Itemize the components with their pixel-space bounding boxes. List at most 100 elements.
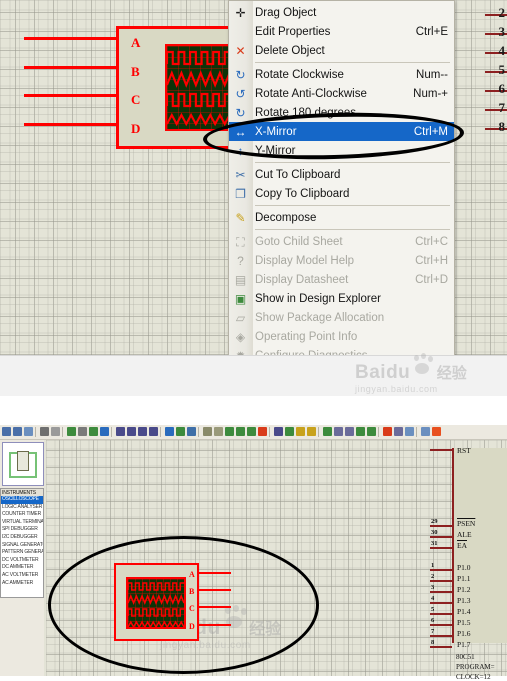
tool-grid[interactable] (78, 427, 87, 436)
tool-make-device[interactable] (285, 427, 294, 436)
mcu-rst-pin (430, 449, 452, 451)
pin-label-a: A (131, 35, 141, 50)
tool-zoom-out[interactable] (127, 427, 136, 436)
menu-item-display-datasheet: ▤ Display Datasheet Ctrl+D (229, 270, 454, 289)
menu-item-label: X-Mirror (255, 125, 297, 138)
mcu-80c51[interactable]: RST 29 PSEN 30 ALE 31 EA 1 P1.0 2 P1.1 3 P1.2 4 P1.3… (430, 446, 507, 681)
tool-redo[interactable] (176, 427, 185, 436)
tool-delete-net[interactable] (383, 427, 392, 436)
pin-label-d-mirrored: D (189, 622, 195, 631)
mcu-pin-number: 31 (431, 540, 438, 547)
menu-item-rotate-clockwise[interactable]: ↻ Rotate Clockwise Num-- (229, 65, 454, 84)
instrument-item-dc-ammeter[interactable]: DC AMMETER (1, 564, 43, 572)
menu-item-delete-object[interactable]: ✕ Delete Object (229, 41, 454, 60)
menu-item-decompose[interactable]: ✎ Decompose (229, 208, 454, 227)
tool-decompose[interactable] (307, 427, 316, 436)
instrument-item-ac-ammeter[interactable]: AC AMMETER (1, 580, 43, 588)
instrument-item-oscilloscope[interactable]: OSCILLOSCOPE (1, 496, 43, 504)
tool-zoom-area[interactable] (138, 427, 147, 436)
menu-item-edit-properties[interactable]: Edit Properties Ctrl+E (229, 22, 454, 41)
menu-item-copy-to-clipboard[interactable]: ❐ Copy To Clipboard (229, 184, 454, 203)
tool-block-copy[interactable] (225, 427, 234, 436)
instruments-list[interactable]: INSTRUMENTS OSCILLOSCOPE LOGIC ANALYSER CO… (0, 488, 44, 598)
menu-item-label: Goto Child Sheet (255, 235, 343, 248)
instrument-item-signal-generator[interactable]: SIGNAL GENERATOR (1, 542, 43, 550)
mcu-pin-label: EA (457, 541, 467, 550)
copy-icon: ❐ (235, 186, 246, 201)
menu-item-label: Rotate 180 degrees (255, 106, 357, 119)
schematic-pin-number-text: 5 (498, 62, 506, 77)
menu-item-cut-to-clipboard[interactable]: ✂ Cut To Clipboard (229, 165, 454, 184)
tool-report[interactable] (367, 427, 376, 436)
menu-item-label: Rotate Anti-Clockwise (255, 87, 367, 100)
instrument-item-virtual-terminal[interactable]: VIRTUAL TERMINAL (1, 519, 43, 527)
menu-item-accelerator: Ctrl+H (415, 254, 448, 267)
tool-save[interactable] (24, 427, 33, 436)
schematic-pin-number-text: 6 (498, 81, 506, 96)
menu-item-rotate-180-degrees[interactable]: ↻ Rotate 180 degrees (229, 103, 454, 122)
instrument-item-logic-analyser[interactable]: LOGIC ANALYSER (1, 504, 43, 512)
tool-block-move[interactable] (236, 427, 245, 436)
tool-new[interactable] (2, 427, 11, 436)
move-cross-icon: ✛ (235, 5, 246, 20)
oscilloscope-component-bottom[interactable]: A B C D (114, 563, 231, 641)
tool-block-rotate[interactable] (247, 427, 256, 436)
instruments-list-header: INSTRUMENTS (1, 489, 43, 496)
design-explorer-icon: ▣ (234, 291, 247, 306)
tool-cursor[interactable] (100, 427, 109, 436)
tool-zoom-all[interactable] (149, 427, 158, 436)
tool-print[interactable] (40, 427, 49, 436)
mcu-pin-wire (430, 613, 452, 615)
tool-doc-b[interactable] (421, 427, 430, 436)
pin-label-c-mirrored: C (189, 604, 195, 613)
tool-undo[interactable] (165, 427, 174, 436)
menu-item-rotate-anti-clockwise[interactable]: ↺ Rotate Anti-Clockwise Num-+ (229, 84, 454, 103)
menu-item-label: Operating Point Info (255, 330, 358, 343)
menu-item-label: Rotate Clockwise (255, 68, 344, 81)
pin-label-d: D (131, 121, 141, 136)
wire-pin-d-mirrored (199, 624, 231, 626)
tool-bom[interactable] (356, 427, 365, 436)
menu-item-y-mirror[interactable]: ↕ Y-Mirror (229, 141, 454, 160)
instrument-item-pattern-generator[interactable]: PATTERN GENERATOR (1, 549, 43, 557)
context-menu[interactable]: ✛ Drag Object Edit Properties Ctrl+E ✕ Delete… (228, 0, 455, 396)
child-sheet-icon: ⛶ (236, 234, 245, 249)
mcu-footer-line: CLOCK=12 (456, 673, 491, 681)
tool-netlist[interactable] (323, 427, 332, 436)
mcu-pin-label: P1.1 (457, 574, 471, 583)
tool-pick-device[interactable] (274, 427, 283, 436)
tool-graph[interactable] (394, 427, 403, 436)
instrument-item-counter-timer[interactable]: COUNTER TIMER (1, 511, 43, 519)
tool-origin[interactable] (89, 427, 98, 436)
proteus-toolbar[interactable] (0, 425, 507, 440)
tool-open[interactable] (13, 427, 22, 436)
tool-search[interactable] (345, 427, 354, 436)
tool-package[interactable] (296, 427, 305, 436)
schematic-pin-number-text: 2 (498, 5, 506, 20)
tool-erc[interactable] (334, 427, 343, 436)
tool-stop[interactable] (432, 427, 441, 436)
tool-refresh[interactable] (67, 427, 76, 436)
menu-separator (255, 205, 450, 206)
tool-print-area[interactable] (51, 427, 60, 436)
menu-item-drag-object[interactable]: ✛ Drag Object (229, 3, 454, 22)
wire-pin-c (24, 94, 116, 97)
tool-cut[interactable] (187, 427, 196, 436)
tool-zoom-in[interactable] (116, 427, 125, 436)
mcu-pin-label: P1.5 (457, 618, 471, 627)
instrument-item-i2c-debugger[interactable]: I2C DEBUGGER (1, 534, 43, 542)
edit-properties-icon (233, 24, 248, 39)
instrument-item-spi-debugger[interactable]: SPI DEBUGGER (1, 526, 43, 534)
instrument-item-dc-voltmeter[interactable]: DC VOLTMETER (1, 557, 43, 565)
tool-block-delete[interactable] (258, 427, 267, 436)
rotate-ccw-icon: ↺ (235, 86, 246, 101)
instrument-item-ac-voltmeter[interactable]: AC VOLTMETER (1, 572, 43, 580)
tool-doc-a[interactable] (405, 427, 414, 436)
scissors-icon: ✂ (235, 167, 246, 182)
tool-copy[interactable] (203, 427, 212, 436)
menu-item-x-mirror[interactable]: ↔ X-Mirror Ctrl+M (229, 122, 454, 141)
menu-item-show-in-design-explorer[interactable]: ▣ Show in Design Explorer (229, 289, 454, 308)
mcu-pin-label: ALE (457, 530, 472, 539)
tool-paste[interactable] (214, 427, 223, 436)
toolbar-separator (269, 427, 270, 437)
